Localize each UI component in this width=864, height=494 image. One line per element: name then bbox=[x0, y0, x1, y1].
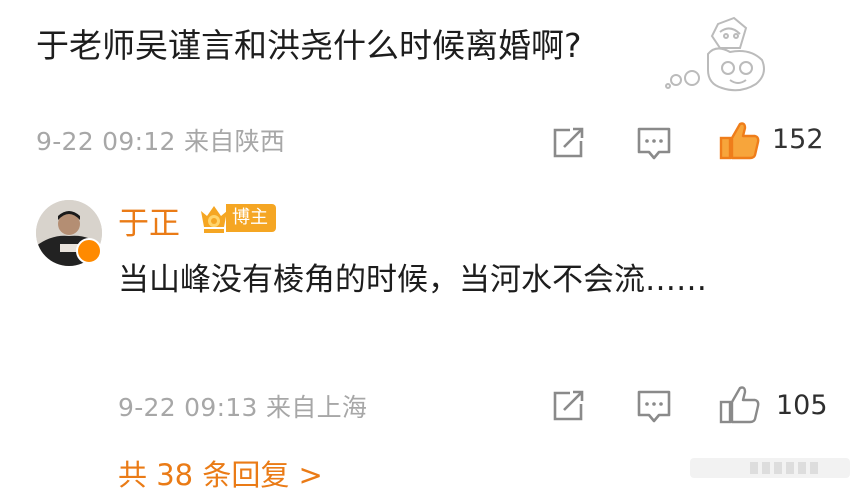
share-button[interactable] bbox=[546, 121, 590, 165]
like-button[interactable] bbox=[718, 118, 762, 162]
comment-text: 于老师吴谨言和洪尧什么时候离婚啊? bbox=[36, 26, 582, 65]
like-count: 152 bbox=[772, 124, 824, 155]
more-replies-link[interactable]: 共 38 条回复 > bbox=[118, 452, 323, 494]
author-badge: 博主 bbox=[226, 204, 276, 232]
verified-badge-icon bbox=[76, 238, 102, 264]
reply-like-button[interactable] bbox=[718, 382, 762, 426]
share-icon bbox=[553, 390, 584, 421]
reply-meta: 9-22 09:13 来自上海 bbox=[118, 393, 368, 422]
watermark bbox=[690, 452, 850, 482]
sticker-icon bbox=[660, 14, 772, 98]
reply-like-count: 105 bbox=[776, 390, 828, 421]
thumbs-up-icon bbox=[719, 386, 760, 424]
comment-button[interactable] bbox=[632, 121, 676, 165]
comment-icon bbox=[637, 127, 671, 160]
reply-comment-button[interactable] bbox=[632, 384, 676, 428]
reply-share-button[interactable] bbox=[546, 384, 590, 428]
thumbs-up-icon bbox=[719, 122, 760, 160]
reply-text: 当山峰没有棱角的时候，当河水不会流…… bbox=[118, 262, 707, 298]
reply-author-name[interactable]: 于正 bbox=[118, 198, 180, 243]
share-icon bbox=[553, 127, 584, 158]
comment-meta: 9-22 09:12 来自陕西 bbox=[36, 127, 286, 156]
comment-icon bbox=[637, 390, 671, 423]
